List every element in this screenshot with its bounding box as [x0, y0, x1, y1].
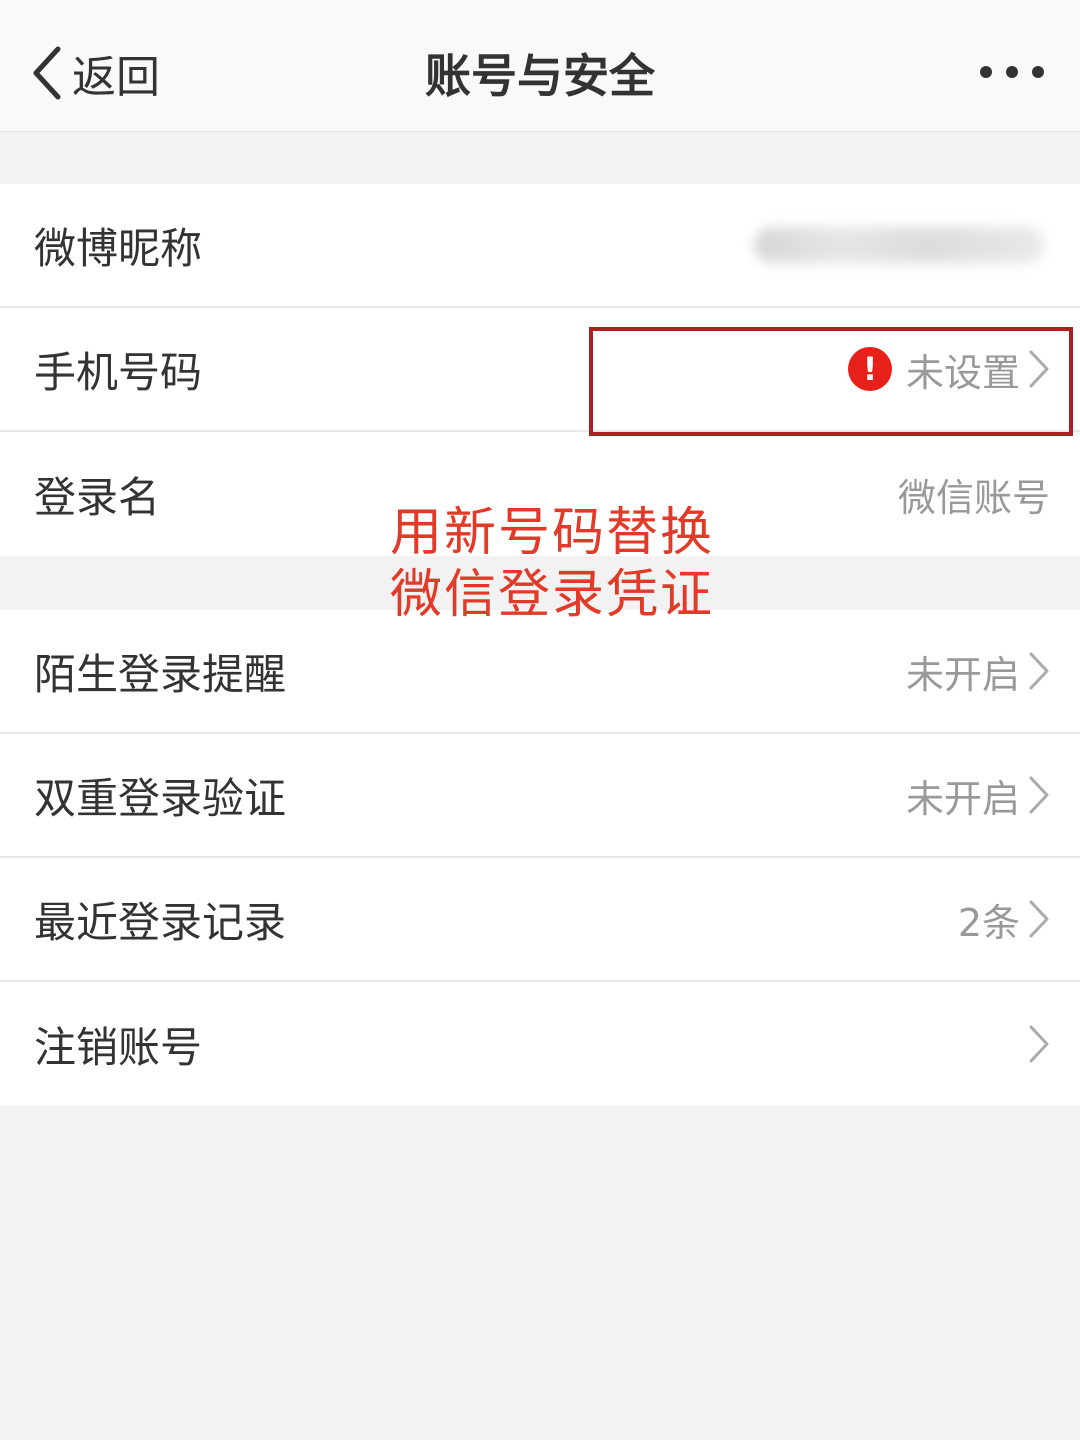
- account-info-section: 微博昵称 手机号码 ! 未设置 登录名 微信账号: [0, 184, 1080, 556]
- row-right: 未开启: [906, 768, 1050, 823]
- row-right: 2条: [958, 892, 1050, 947]
- page-title: 账号与安全: [425, 49, 655, 103]
- row-recent-logins[interactable]: 最近登录记录 2条: [0, 858, 1080, 982]
- row-label: 微博昵称: [34, 223, 203, 273]
- row-right: ! 未设置: [847, 342, 1050, 397]
- more-options-icon[interactable]: [980, 50, 1044, 94]
- annotation-line-1: 用新号码替换: [390, 503, 715, 563]
- row-value: 未开启: [905, 776, 1020, 821]
- more-dot: [980, 66, 992, 78]
- row-right: [1020, 1024, 1050, 1064]
- row-weibo-nickname[interactable]: 微博昵称: [0, 184, 1080, 308]
- chevron-right-icon: [1029, 1025, 1049, 1063]
- security-section: 陌生登录提醒 未开启 双重登录验证 未开启 最近登录记录 2条 注销账号: [0, 610, 1080, 1106]
- row-label: 陌生登录提醒: [34, 649, 287, 699]
- row-label: 登录名: [34, 472, 161, 522]
- row-label: 双重登录验证: [34, 773, 287, 823]
- row-phone-number[interactable]: 手机号码 ! 未设置: [0, 308, 1080, 432]
- row-right: 未开启: [906, 644, 1050, 699]
- chevron-right-icon: [1029, 350, 1049, 388]
- more-dot: [1006, 66, 1018, 78]
- row-label: 手机号码: [34, 347, 203, 397]
- row-two-step-verification[interactable]: 双重登录验证 未开启: [0, 734, 1080, 858]
- chevron-right-icon: [1029, 652, 1049, 690]
- annotation-text: 用新号码替换 微信登录凭证: [390, 502, 730, 626]
- more-dot: [1032, 66, 1044, 78]
- annotation-line-2: 微信登录凭证: [390, 565, 715, 625]
- row-right: 微信账号: [898, 467, 1050, 522]
- row-value: 2条: [957, 900, 1020, 945]
- row-value: 未设置: [905, 350, 1020, 395]
- row-value: 微信账号: [897, 475, 1050, 520]
- row-label: 最近登录记录: [34, 897, 287, 947]
- row-right: [754, 227, 1050, 263]
- row-label: 注销账号: [34, 1022, 203, 1072]
- row-unfamiliar-login-alert[interactable]: 陌生登录提醒 未开启: [0, 610, 1080, 734]
- row-value: 未开启: [905, 652, 1020, 697]
- row-delete-account[interactable]: 注销账号: [0, 982, 1080, 1106]
- warning-icon: !: [847, 347, 892, 391]
- chevron-right-icon: [1029, 900, 1049, 938]
- blurred-nickname-value: [754, 227, 1044, 263]
- nav-bar: 返回 账号与安全: [0, 0, 1080, 132]
- chevron-right-icon: [1029, 776, 1049, 814]
